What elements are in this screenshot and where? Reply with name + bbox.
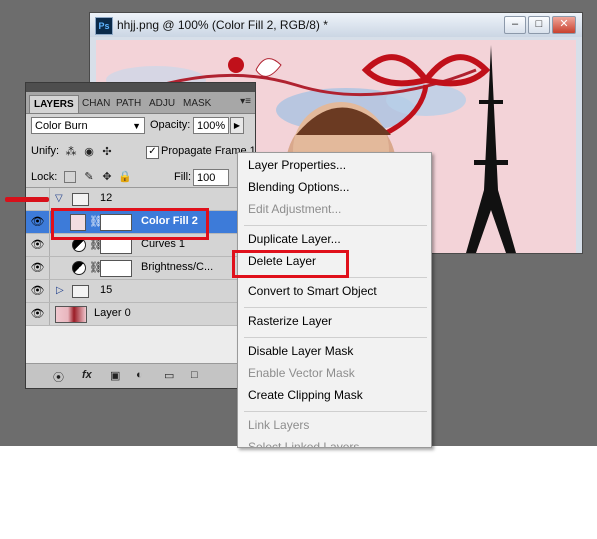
menu-separator	[244, 307, 427, 308]
layer-name: Layer 0	[94, 307, 131, 319]
add-mask-icon[interactable]: ▣	[110, 369, 120, 382]
layer-thumbnail	[55, 306, 87, 323]
fill-input[interactable]: 100	[193, 169, 229, 186]
chevron-down-icon: ▼	[132, 121, 141, 131]
lock-transparent-icon[interactable]	[64, 171, 76, 183]
blend-mode-select[interactable]: Color Burn ▼	[31, 117, 145, 134]
unify-visibility-icon[interactable]: ◉	[82, 145, 96, 159]
tab-channels[interactable]: CHAN	[82, 95, 112, 112]
menu-separator	[244, 337, 427, 338]
tab-adjustments[interactable]: ADJU	[149, 95, 179, 112]
layer-name: Brightness/C...	[141, 261, 214, 273]
panel-tabs: LAYERS CHAN PATH ADJU MASK ▾≡	[26, 92, 255, 114]
menu-item-duplicate-layer[interactable]: Duplicate Layer...	[248, 232, 341, 246]
adjustment-icon[interactable]: ◐	[136, 369, 143, 381]
tab-layers[interactable]: LAYERS	[29, 95, 79, 113]
link-layers-icon[interactable]: ⦿	[53, 369, 64, 385]
photoshop-icon: Ps	[95, 17, 113, 35]
menu-separator	[244, 225, 427, 226]
visibility-cell[interactable]: 👁	[26, 234, 50, 256]
eye-icon[interactable]: 👁	[30, 239, 45, 251]
panel-bottom-bar: ⦿ fx ▣ ◐ ▭ □	[26, 363, 255, 388]
panel-drag-bar[interactable]	[26, 83, 255, 92]
layer-row[interactable]: 👁 Layer 0	[26, 303, 255, 326]
layer-name: 12	[100, 192, 113, 204]
maximize-button[interactable]: □	[528, 16, 550, 34]
close-button[interactable]: ✕	[552, 16, 576, 34]
minimize-button[interactable]: –	[504, 16, 526, 34]
tab-masks[interactable]: MASK	[183, 95, 217, 112]
layer-row[interactable]: 👁 ▷ 15	[26, 280, 255, 303]
opacity-label: Opacity:	[150, 119, 191, 131]
document-title: hhjj.png @ 100% (Color Fill 2, RGB/8) *	[117, 18, 328, 32]
unify-label: Unify:	[31, 145, 60, 157]
layer-row[interactable]: 👁 ⛓ Brightness/C...	[26, 257, 255, 280]
visibility-cell[interactable]: 👁	[26, 280, 50, 302]
annotation-box-layer	[51, 208, 209, 240]
folder-icon	[72, 193, 89, 206]
fill-label: Fill:	[174, 171, 192, 183]
menu-item-convert-smart-object[interactable]: Convert to Smart Object	[248, 284, 377, 298]
menu-item-disable-layer-mask[interactable]: Disable Layer Mask	[248, 344, 353, 358]
eye-icon[interactable]: 👁	[30, 308, 45, 320]
eye-icon[interactable]: 👁	[30, 262, 45, 274]
unify-position-icon[interactable]: ⁂	[64, 145, 78, 159]
lock-all-icon[interactable]: 🔒	[118, 170, 132, 184]
visibility-cell[interactable]: 👁	[26, 211, 50, 233]
new-layer-icon[interactable]: □	[191, 369, 198, 381]
adjustment-layer-icon	[72, 238, 86, 252]
lock-label: Lock:	[31, 171, 58, 183]
mask-thumbnail[interactable]	[100, 260, 132, 277]
new-group-icon[interactable]: ▭	[164, 369, 174, 382]
context-menu: Layer Properties... Blending Options... …	[237, 152, 432, 448]
menu-item-blending-options[interactable]: Blending Options...	[248, 180, 349, 194]
unify-style-icon[interactable]: ✣	[100, 145, 114, 159]
document-titlebar[interactable]: Ps hhjj.png @ 100% (Color Fill 2, RGB/8)…	[90, 13, 582, 37]
annotation-arrow	[5, 197, 49, 202]
expand-triangle-icon[interactable]: ▽	[55, 193, 63, 204]
tab-paths[interactable]: PATH	[116, 95, 145, 112]
blend-row: Color Burn ▼ Opacity: 100% ▶	[26, 114, 255, 138]
opacity-slider-button[interactable]: ▶	[230, 117, 244, 134]
menu-item-link-layers: Link Layers	[248, 418, 310, 432]
eye-icon[interactable]: 👁	[30, 216, 45, 228]
layer-name: 15	[100, 284, 113, 296]
menu-item-enable-vector-mask: Enable Vector Mask	[248, 366, 355, 380]
menu-separator	[244, 411, 427, 412]
folder-icon	[72, 285, 89, 298]
visibility-cell[interactable]: 👁	[26, 303, 50, 325]
opacity-input[interactable]: 100%	[193, 117, 229, 134]
menu-item-layer-properties[interactable]: Layer Properties...	[248, 158, 346, 172]
lock-position-icon[interactable]: ✥	[100, 170, 114, 184]
adjustment-layer-icon	[72, 261, 86, 275]
menu-item-rasterize-layer[interactable]: Rasterize Layer	[248, 314, 332, 328]
panel-menu-icon[interactable]: ▾≡	[240, 96, 251, 107]
visibility-cell[interactable]: 👁	[26, 257, 50, 279]
propagate-checkbox[interactable]: ✓	[146, 146, 159, 159]
annotation-box-delete	[232, 250, 349, 278]
menu-item-select-linked-layers: Select Linked Layers	[248, 440, 360, 448]
menu-item-edit-adjustment: Edit Adjustment...	[248, 202, 342, 216]
menu-item-create-clipping-mask[interactable]: Create Clipping Mask	[248, 388, 363, 402]
fx-icon[interactable]: fx	[82, 369, 92, 381]
blend-mode-value: Color Burn	[35, 120, 88, 132]
expand-triangle-icon[interactable]: ▷	[56, 285, 64, 296]
lock-pixels-icon[interactable]: ✎	[82, 170, 96, 184]
eye-icon[interactable]: 👁	[30, 285, 45, 297]
